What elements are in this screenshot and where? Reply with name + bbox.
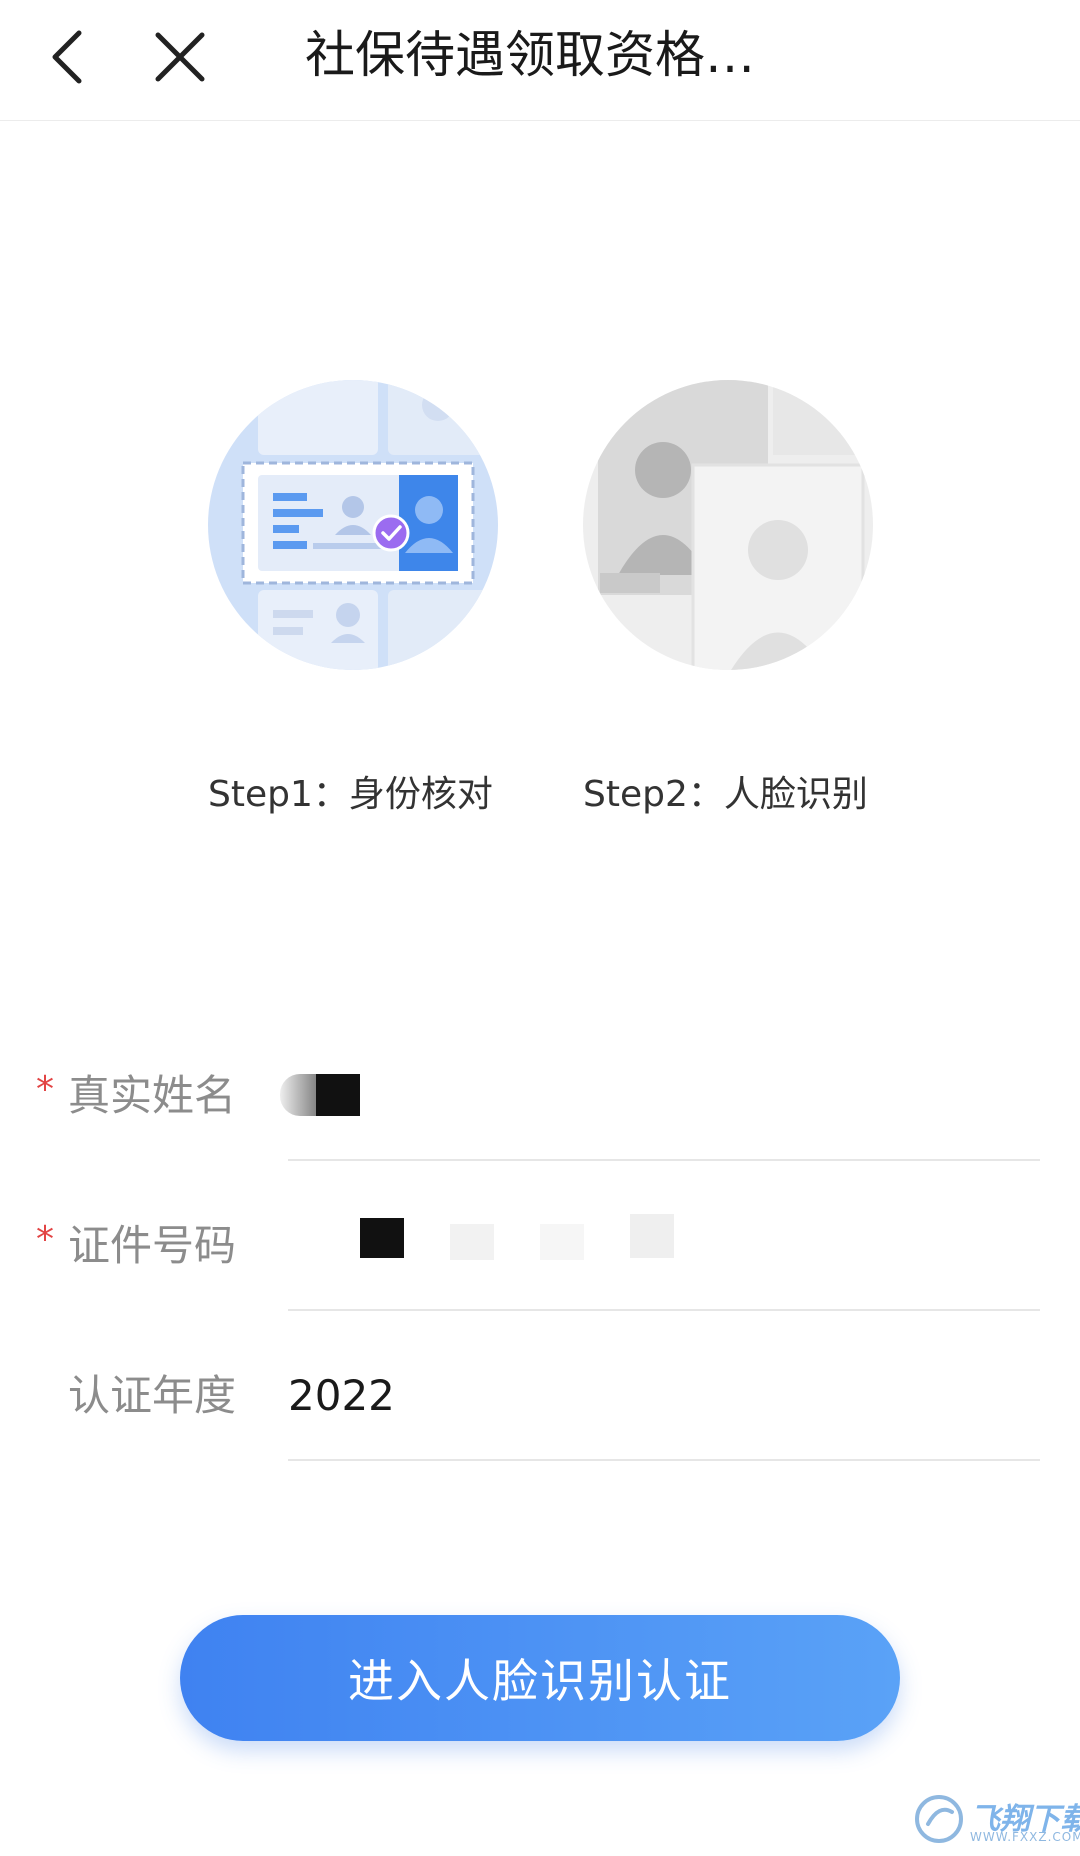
- redacted-id-block: [630, 1214, 674, 1258]
- name-field[interactable]: [280, 1070, 1040, 1130]
- redacted-name: [280, 1074, 320, 1116]
- face-recognition-illustration: [578, 375, 878, 675]
- start-face-recognition-button[interactable]: 进入人脸识别认证: [180, 1615, 900, 1741]
- redacted-id-block: [360, 1218, 404, 1258]
- name-field-row: * 真实姓名: [0, 1026, 1080, 1176]
- site-watermark: 飞翔下载 WWW.FXXZ.COM: [912, 1790, 1080, 1850]
- id-number-field[interactable]: [288, 1214, 1040, 1280]
- step1-label: Step1：身份核对: [208, 774, 493, 815]
- close-button[interactable]: [145, 22, 215, 92]
- page-title: 社保待遇领取资格…: [305, 26, 755, 84]
- top-nav-bar: 社保待遇领取资格…: [0, 0, 1080, 121]
- redacted-name-block: [316, 1074, 360, 1116]
- step2-label: Step2：人脸识别: [583, 774, 868, 815]
- id-card-check-illustration: [203, 375, 503, 675]
- name-underline: [288, 1159, 1040, 1161]
- redacted-id-block: [540, 1224, 584, 1260]
- id-number-underline: [288, 1309, 1040, 1311]
- back-button[interactable]: [32, 22, 102, 92]
- watermark-domain: WWW.FXXZ.COM: [970, 1830, 1080, 1844]
- id-number-field-row: * 证件号码: [0, 1176, 1080, 1326]
- year-field[interactable]: 2022: [288, 1370, 395, 1422]
- chevron-left-icon: [52, 30, 82, 84]
- name-label: 真实姓名: [68, 1071, 237, 1120]
- required-marker: *: [36, 1069, 54, 1110]
- redacted-id-block: [450, 1224, 494, 1260]
- year-field-row: 认证年度 2022: [0, 1326, 1080, 1476]
- year-underline: [288, 1459, 1040, 1461]
- year-label: 认证年度: [68, 1371, 237, 1420]
- watermark-logo-icon: [915, 1795, 963, 1843]
- id-number-label: 证件号码: [68, 1221, 237, 1270]
- close-icon: [155, 32, 205, 82]
- required-marker: *: [36, 1219, 54, 1260]
